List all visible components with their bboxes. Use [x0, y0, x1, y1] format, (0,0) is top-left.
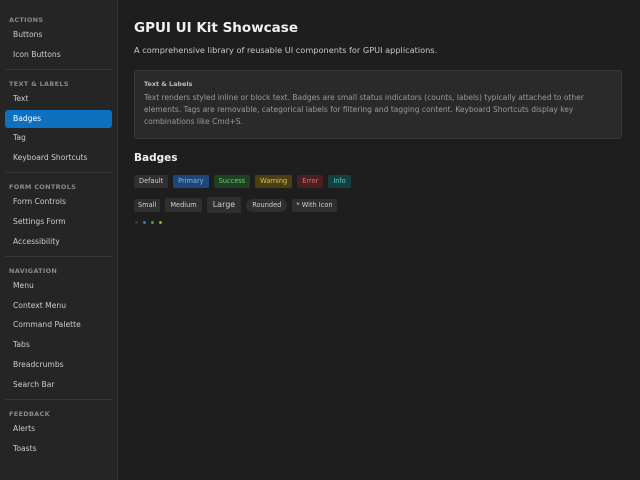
section-title: Badges — [134, 152, 178, 164]
dot-badge — [159, 221, 162, 224]
sidebar-item-accessibility[interactable]: Accessibility — [5, 233, 112, 251]
sidebar-item-tabs[interactable]: Tabs — [5, 336, 112, 354]
sidebar-section-title: TEXT & LABELS — [9, 79, 69, 88]
sidebar-section-title: FEEDBACK — [9, 409, 50, 418]
sidebar-item-settings-form[interactable]: Settings Form — [5, 213, 112, 231]
sidebar-item-command-palette[interactable]: Command Palette — [5, 316, 112, 334]
badge-with-icon-label: With Icon — [301, 200, 333, 209]
sidebar-item-text[interactable]: Text — [5, 90, 112, 108]
variant-badge-row: Default Primary Success Warning Error In… — [134, 175, 624, 188]
sidebar-divider — [5, 255, 112, 257]
sidebar-section-title: FORM CONTROLS — [9, 183, 77, 192]
badge-rounded: Rounded — [246, 198, 288, 212]
badge-primary: Primary — [173, 175, 209, 188]
sidebar-section-title: NAVIGATION — [9, 266, 58, 275]
dot-badge — [151, 221, 154, 224]
badge-info: Info — [328, 175, 351, 188]
badge-small: Small — [134, 198, 161, 212]
sidebar-divider — [5, 68, 112, 70]
badge-warning: Warning — [255, 175, 293, 188]
badge-default: Default — [134, 175, 169, 188]
dot-badge-row — [135, 221, 624, 224]
sidebar-item-alerts[interactable]: Alerts — [5, 420, 112, 438]
size-badge-row: Small Medium Large Rounded * With Icon — [134, 197, 624, 213]
info-card-title: Text & Labels — [144, 80, 193, 88]
sidebar: ACTIONS Buttons Icon Buttons TEXT & LABELS T… — [0, 0, 118, 480]
badge-large: Large — [206, 197, 242, 213]
sidebar-item-keyboard-shortcuts[interactable]: Keyboard Shortcuts — [5, 149, 112, 167]
dot-badge — [135, 221, 138, 224]
info-card-text: Text renders styled inline or block text… — [144, 93, 584, 126]
sidebar-item-buttons[interactable]: Buttons — [5, 26, 112, 44]
sidebar-item-badges[interactable]: Badges — [5, 109, 112, 128]
page-title: GPUI UI Kit Showcase — [134, 20, 298, 36]
badge-with-icon: * With Icon — [292, 198, 337, 212]
sidebar-item-icon-buttons[interactable]: Icon Buttons — [5, 46, 112, 64]
sidebar-item-context-menu[interactable]: Context Menu — [5, 297, 112, 315]
badge-medium: Medium — [165, 198, 202, 212]
main-content: GPUI UI Kit Showcase A comprehensive lib… — [118, 0, 640, 480]
sidebar-item-breadcrumbs[interactable]: Breadcrumbs — [5, 356, 112, 374]
sidebar-item-toasts[interactable]: Toasts — [5, 440, 112, 458]
sidebar-divider — [5, 172, 112, 174]
star-icon: * — [296, 200, 300, 209]
badge-error: Error — [297, 175, 324, 188]
info-card: Text & Labels Text renders styled inline… — [134, 70, 622, 139]
app-window: ACTIONS Buttons Icon Buttons TEXT & LABELS T… — [0, 0, 640, 480]
sidebar-item-search-bar[interactable]: Search Bar — [5, 376, 112, 394]
sidebar-item-form-controls[interactable]: Form Controls — [5, 193, 112, 211]
sidebar-divider — [5, 398, 112, 400]
sidebar-item-menu[interactable]: Menu — [5, 277, 112, 295]
sidebar-item-tag[interactable]: Tag — [5, 129, 112, 147]
badge-success: Success — [213, 175, 251, 188]
page-subtitle: A comprehensive library of reusable UI c… — [134, 45, 438, 55]
dot-badge — [143, 221, 146, 224]
sidebar-section-title: ACTIONS — [9, 16, 44, 24]
